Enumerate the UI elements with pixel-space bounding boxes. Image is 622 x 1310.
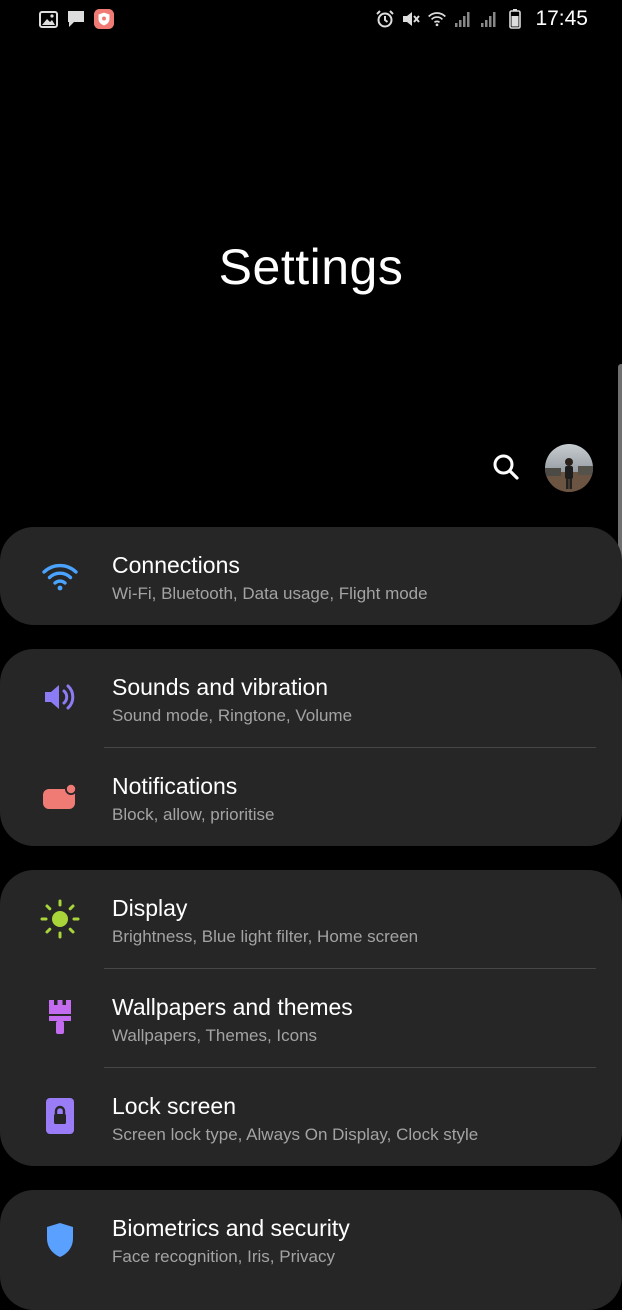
settings-item-subtitle: Sound mode, Ringtone, Volume [112,706,353,725]
settings-group-display: Display Brightness, Blue light filter, H… [0,870,622,1166]
wifi-icon [427,9,447,29]
settings-item-connections[interactable]: Connections Wi-Fi, Bluetooth, Data usage… [0,527,622,625]
paintbrush-icon [38,995,82,1039]
settings-item-subtitle: Wallpapers, Themes, Icons [112,1026,318,1045]
shield-icon [38,1218,82,1262]
gallery-icon [38,9,58,29]
volume-icon [38,675,82,719]
settings-item-subtitle: Wi-Fi, Bluetooth, Data usage, Flight mod… [112,584,428,603]
settings-item-title: Display [112,895,188,921]
settings-item-sounds[interactable]: Sounds and vibration Sound mode, Rington… [0,649,622,748]
battery-icon [505,9,525,29]
settings-item-subtitle: Block, allow, prioritise [112,805,275,824]
settings-item-notifications[interactable]: Notifications Block, allow, prioritise [0,748,622,847]
settings-item-title: Connections [112,552,240,578]
alarm-icon [375,9,395,29]
settings-item-subtitle: Screen lock type, Always On Display, Clo… [112,1125,479,1144]
settings-group-sounds: Sounds and vibration Sound mode, Rington… [0,649,622,846]
signal-icon [453,9,473,29]
settings-item-title: Notifications [112,773,238,799]
settings-item-subtitle: Face recognition, Iris, Privacy [112,1247,335,1266]
message-icon [66,9,86,29]
settings-item-wallpapers[interactable]: Wallpapers and themes Wallpapers, Themes… [0,969,622,1068]
settings-item-subtitle: Brightness, Blue light filter, Home scre… [112,927,419,946]
settings-item-title: Wallpapers and themes [112,994,353,1020]
settings-item-biometrics[interactable]: Biometrics and security Face recognition… [0,1190,622,1289]
settings-item-title: Biometrics and security [112,1215,350,1241]
search-icon [491,452,521,486]
mute-icon [401,9,421,29]
settings-group-biometrics: Biometrics and security Face recognition… [0,1190,622,1310]
settings-item-display[interactable]: Display Brightness, Blue light filter, H… [0,870,622,969]
search-button[interactable] [486,449,526,489]
settings-item-lock-screen[interactable]: Lock screen Screen lock type, Always On … [0,1068,622,1167]
notification-icon [38,775,82,819]
settings-group-connections: Connections Wi-Fi, Bluetooth, Data usage… [0,527,622,625]
status-bar-right: 17:45 [375,7,588,31]
signal-icon-2 [479,9,499,29]
lock-icon [38,1094,82,1138]
settings-item-title: Sounds and vibration [112,674,329,700]
page-title: Settings [218,239,404,295]
shield-app-icon [94,9,114,29]
status-bar-left [38,9,114,29]
wifi-icon [38,554,82,598]
avatar[interactable] [545,444,593,492]
brightness-icon [38,897,82,941]
status-time: 17:45 [535,7,588,30]
status-bar: 17:45 [0,0,622,38]
settings-item-title: Lock screen [112,1093,237,1119]
